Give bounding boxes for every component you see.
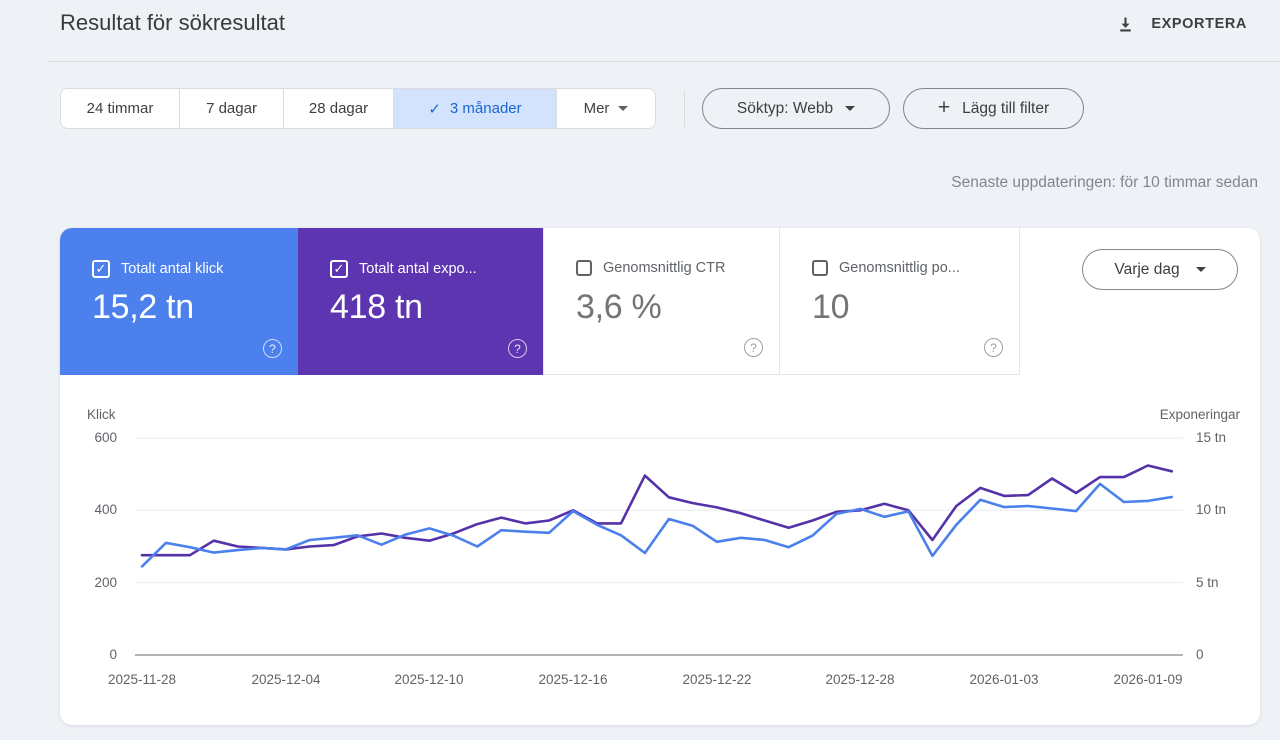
range-chip-mer[interactable]: Mer xyxy=(556,89,655,128)
y-tick-right: 15 tn xyxy=(1196,430,1240,445)
y-tick-left: 0 xyxy=(73,647,117,662)
x-tick: 2025-12-28 xyxy=(825,672,894,687)
metric-card-impressions[interactable]: ✓ Totalt antal expo... 418 tn ? xyxy=(298,228,543,375)
search-type-dropdown[interactable]: Söktyp: Webb xyxy=(702,88,890,129)
toolbar-divider xyxy=(684,91,685,127)
chevron-down-icon xyxy=(1196,267,1206,272)
check-icon: ✓ xyxy=(428,100,441,118)
checkbox-checked-icon[interactable]: ✓ xyxy=(330,260,348,278)
x-tick: 2025-11-28 xyxy=(108,672,176,687)
x-tick: 2025-12-04 xyxy=(251,672,320,687)
line-chart xyxy=(135,428,1183,668)
help-icon[interactable]: ? xyxy=(263,339,282,358)
metric-label: Genomsnittlig po... xyxy=(839,260,960,276)
right-axis-title: Exponeringar xyxy=(1100,407,1240,422)
export-label: EXPORTERA xyxy=(1151,16,1247,32)
left-axis-title: Klick xyxy=(87,407,116,422)
chevron-down-icon xyxy=(845,106,855,111)
x-tick: 2025-12-10 xyxy=(394,672,463,687)
checkbox-unchecked-icon[interactable] xyxy=(576,260,592,276)
range-chip-24-timmar[interactable]: 24 timmar xyxy=(61,89,179,128)
help-icon[interactable]: ? xyxy=(984,338,1003,357)
metric-card-position[interactable]: Genomsnittlig po... 10 ? xyxy=(780,228,1020,375)
range-chip-3-manader[interactable]: ✓ 3 månader xyxy=(393,89,556,128)
range-chip-7-dagar[interactable]: 7 dagar xyxy=(179,89,283,128)
x-tick: 2026-01-09 xyxy=(1113,672,1182,687)
checkbox-unchecked-icon[interactable] xyxy=(812,260,828,276)
metric-value: 10 xyxy=(812,288,849,327)
y-tick-left: 200 xyxy=(73,575,117,590)
y-tick-left: 600 xyxy=(73,430,117,445)
page-title: Resultat för sökresultat xyxy=(60,10,285,36)
help-icon[interactable]: ? xyxy=(744,338,763,357)
metric-card-clicks[interactable]: ✓ Totalt antal klick 15,2 tn ? xyxy=(60,228,298,375)
x-tick: 2026-01-03 xyxy=(969,672,1038,687)
add-filter-button[interactable]: + Lägg till filter xyxy=(903,88,1084,129)
metric-label: Genomsnittlig CTR xyxy=(603,260,725,276)
y-tick-left: 400 xyxy=(73,502,117,517)
page: Resultat för sökresultat EXPORTERA 24 ti… xyxy=(0,0,1280,740)
y-tick-right: 0 xyxy=(1196,647,1240,662)
date-range-group: 24 timmar 7 dagar 28 dagar ✓ 3 månader M… xyxy=(60,88,656,129)
metric-label: Totalt antal klick xyxy=(121,261,223,277)
header-divider xyxy=(48,61,1280,62)
range-chip-label: Mer xyxy=(584,100,610,117)
metric-value: 3,6 % xyxy=(576,288,661,327)
granularity-label: Varje dag xyxy=(1114,261,1179,279)
range-chip-label: 28 dagar xyxy=(309,100,368,117)
metric-label: Totalt antal expo... xyxy=(359,261,477,277)
range-chip-label: 24 timmar xyxy=(87,100,154,117)
checkbox-checked-icon[interactable]: ✓ xyxy=(92,260,110,278)
range-chip-label: 3 månader xyxy=(450,100,522,117)
x-tick: 2025-12-22 xyxy=(682,672,751,687)
metric-value: 418 tn xyxy=(330,288,423,327)
x-tick: 2025-12-16 xyxy=(538,672,607,687)
range-chip-label: 7 dagar xyxy=(206,100,257,117)
range-chip-28-dagar[interactable]: 28 dagar xyxy=(283,89,393,128)
chevron-down-icon xyxy=(618,106,628,111)
y-tick-right: 10 tn xyxy=(1196,502,1240,517)
help-icon[interactable]: ? xyxy=(508,339,527,358)
download-icon xyxy=(1115,14,1136,35)
search-type-label: Söktyp: Webb xyxy=(737,100,833,118)
granularity-dropdown[interactable]: Varje dag xyxy=(1082,249,1238,290)
last-updated-text: Senaste uppdateringen: för 10 timmar sed… xyxy=(951,174,1258,192)
performance-panel: ✓ Totalt antal klick 15,2 tn ? ✓ Totalt … xyxy=(60,228,1260,725)
y-tick-right: 5 tn xyxy=(1196,575,1240,590)
metric-card-ctr[interactable]: Genomsnittlig CTR 3,6 % ? xyxy=(543,228,780,375)
add-filter-label: Lägg till filter xyxy=(962,100,1049,118)
export-button[interactable]: EXPORTERA xyxy=(1115,10,1247,38)
plus-icon: + xyxy=(938,97,950,118)
metric-value: 15,2 tn xyxy=(92,288,194,327)
